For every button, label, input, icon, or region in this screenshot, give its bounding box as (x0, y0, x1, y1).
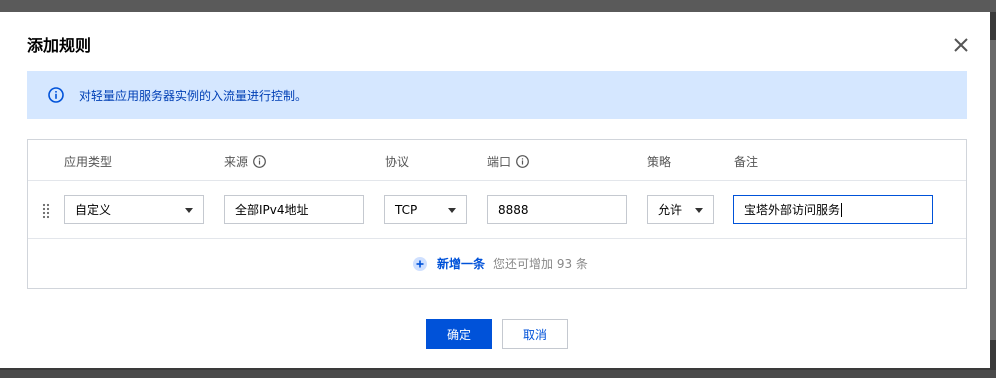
protocol-select[interactable]: TCP (384, 195, 467, 224)
header-port-label: 端口 (487, 155, 512, 169)
row-divider (28, 238, 966, 239)
background-page-footer (0, 370, 996, 378)
add-rule-dialog: 添加规则 对轻量应用服务器实例的入流量进行控制。 应用类型 来源 协议 端口 策… (0, 12, 990, 368)
port-value: 8888 (498, 202, 529, 217)
plus-icon (413, 256, 427, 271)
background-page-header (0, 0, 996, 12)
header-app-type: 应用类型 (64, 153, 112, 170)
app-type-value: 自定义 (75, 203, 112, 217)
cancel-button[interactable]: 取消 (502, 319, 568, 349)
remark-value: 宝塔外部访问服务 (744, 203, 841, 217)
confirm-button[interactable]: 确定 (426, 319, 492, 349)
background-page-edge (990, 40, 996, 340)
header-divider (28, 180, 966, 181)
header-source: 来源 (224, 153, 266, 170)
app-type-select[interactable]: 自定义 (64, 195, 204, 224)
chevron-down-icon (695, 208, 703, 213)
source-help-icon[interactable] (253, 155, 266, 168)
chevron-down-icon (448, 208, 456, 213)
protocol-value: TCP (395, 202, 418, 217)
add-rule-label: 新增一条 (437, 257, 486, 271)
dialog-title: 添加规则 (27, 36, 92, 55)
policy-value: 允许 (658, 203, 683, 217)
policy-select[interactable]: 允许 (647, 195, 714, 224)
text-cursor (841, 202, 843, 217)
header-policy-label: 策略 (647, 155, 672, 169)
info-notice: 对轻量应用服务器实例的入流量进行控制。 (27, 71, 967, 119)
header-port: 端口 (487, 153, 529, 170)
source-input[interactable]: 全部IPv4地址 (224, 195, 364, 224)
port-input[interactable]: 8888 (487, 195, 627, 224)
header-source-label: 来源 (224, 155, 249, 169)
header-protocol: 协议 (385, 153, 409, 170)
header-protocol-label: 协议 (385, 155, 410, 169)
source-value: 全部IPv4地址 (235, 203, 309, 217)
chevron-down-icon (185, 208, 193, 213)
notice-text: 对轻量应用服务器实例的入流量进行控制。 (79, 89, 308, 103)
info-icon (48, 87, 64, 103)
close-icon[interactable] (952, 36, 970, 54)
remaining-count-text: 您还可增加 93 条 (493, 257, 588, 271)
header-policy: 策略 (647, 153, 671, 170)
rules-table: 应用类型 来源 协议 端口 策略 备注 自定义 全部IPv4地址 TCP 888… (27, 139, 967, 289)
port-help-icon[interactable] (516, 155, 529, 168)
add-rule-button[interactable]: 新增一条 您还可增加 93 条 (413, 255, 588, 272)
header-remark-label: 备注 (734, 155, 759, 169)
remark-input[interactable]: 宝塔外部访问服务 (733, 195, 933, 224)
header-remark: 备注 (734, 153, 758, 170)
drag-handle-icon[interactable] (42, 203, 50, 219)
header-app-type-label: 应用类型 (64, 155, 113, 169)
